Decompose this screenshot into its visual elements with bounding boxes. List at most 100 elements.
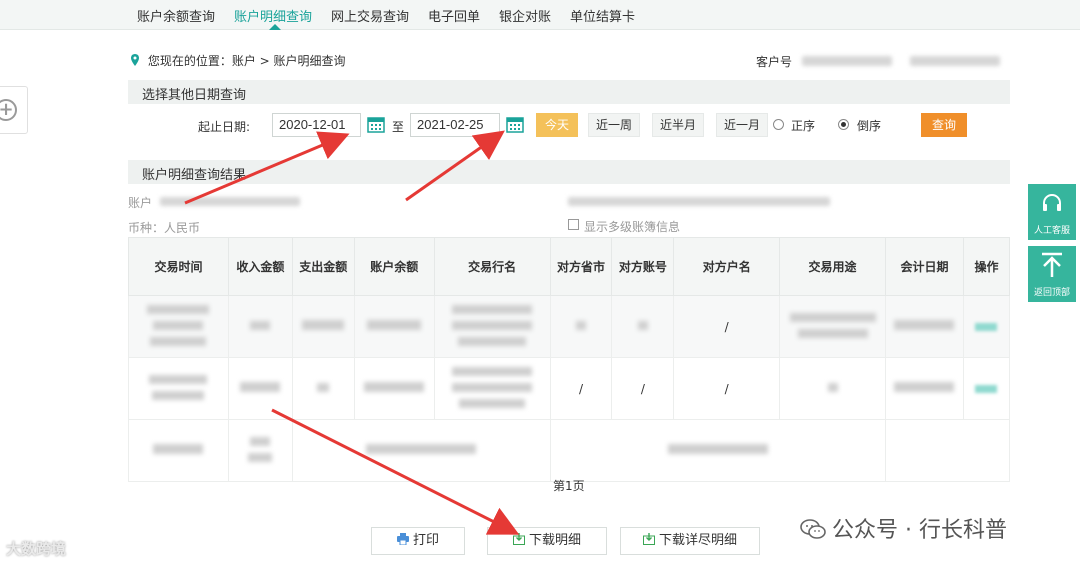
download-label: 下载明细 <box>528 533 581 548</box>
headset-icon <box>1043 194 1061 211</box>
column-header: 会计日期 <box>885 237 964 296</box>
last-month-button[interactable]: 近一月 <box>716 113 768 137</box>
watermark-right: 公众号 · 行长科普 <box>800 512 1007 544</box>
table-cell <box>227 419 293 482</box>
table-cell <box>291 295 355 358</box>
calendar-icon[interactable] <box>506 115 524 133</box>
back-to-top-label: 返回顶部 <box>1033 288 1070 298</box>
table-cell <box>885 419 1010 482</box>
multilevel-checkbox[interactable] <box>568 219 579 230</box>
start-date-input[interactable]: 2020-12-01 <box>272 113 361 137</box>
active-tab-indicator <box>269 24 281 30</box>
back-to-top-button[interactable]: 返回顶部 <box>1028 246 1076 302</box>
column-header: 操作 <box>962 237 1011 296</box>
location-pin-icon <box>131 54 139 66</box>
table-cell <box>227 357 293 420</box>
order-asc-radio[interactable] <box>773 119 784 130</box>
printer-icon <box>396 533 409 545</box>
column-header: 账户余额 <box>353 237 435 296</box>
arrow-up-icon <box>1042 252 1062 277</box>
column-header: 支出金额 <box>291 237 355 296</box>
end-date-input[interactable]: 2021-02-25 <box>410 113 500 137</box>
multilevel-label: 显示多级账簿信息 <box>584 220 681 234</box>
table-cell <box>433 295 551 358</box>
last-week-button[interactable]: 近一周 <box>588 113 640 137</box>
order-desc-label: 倒序 <box>857 119 882 133</box>
calendar-icon[interactable] <box>367 115 385 133</box>
table-row <box>128 419 1010 482</box>
table-cell: / <box>549 357 613 420</box>
table-cell <box>779 357 887 420</box>
order-desc-radio[interactable] <box>838 119 849 130</box>
table-cell <box>128 357 229 420</box>
account-label: 账户 <box>128 196 153 210</box>
order-asc-label: 正序 <box>791 119 816 133</box>
to-label: 至 <box>392 120 405 134</box>
detail-action-link[interactable] <box>962 295 1011 358</box>
watermark-right-text: 公众号 · 行长科普 <box>832 518 1007 543</box>
table-cell <box>128 295 229 358</box>
customer-service-button[interactable]: 人工客服 <box>1028 184 1076 240</box>
table-cell <box>611 295 675 358</box>
column-header: 交易时间 <box>128 237 229 296</box>
table-row: / / / <box>128 357 1011 420</box>
customer-number-label: 客户号 <box>756 55 793 69</box>
last-half-month-button[interactable]: 近半月 <box>652 113 704 137</box>
result-section-title: 账户明细查询结果 <box>142 168 247 183</box>
customer-service-label: 人工客服 <box>1033 226 1070 236</box>
table-cell <box>353 357 435 420</box>
top-nav: 账户余额查询 账户明细查询 网上交易查询 电子回单 银企对账 单位结算卡 <box>0 0 1080 30</box>
column-header: 交易行名 <box>433 237 551 296</box>
table-cell <box>353 295 435 358</box>
table-cell: / <box>611 357 675 420</box>
table-cell <box>227 295 293 358</box>
tab-detail-query[interactable]: 账户明细查询 <box>234 6 312 25</box>
date-range-label: 起止日期: <box>198 120 251 134</box>
tab-balance-query[interactable]: 账户余额查询 <box>137 6 215 25</box>
table-cell <box>128 419 229 482</box>
table-cell <box>885 357 964 420</box>
query-button[interactable]: 查询 <box>921 113 967 137</box>
column-header: 交易用途 <box>779 237 887 296</box>
column-header: 对方户名 <box>673 237 781 296</box>
query-section-title: 选择其他日期查询 <box>142 88 247 103</box>
tab-e-receipt[interactable]: 电子回单 <box>428 6 480 25</box>
print-label: 打印 <box>412 533 439 548</box>
watermark-left: 大数跨境 <box>6 540 67 558</box>
column-header: 对方省市 <box>549 237 613 296</box>
redacted-value <box>801 56 892 66</box>
download-detail-button[interactable]: 下载明细 <box>487 527 607 555</box>
redacted-value <box>909 56 1000 66</box>
redacted-account-name <box>568 197 830 206</box>
table-cell <box>291 357 355 420</box>
column-header: 收入金额 <box>227 237 293 296</box>
print-button[interactable]: 打印 <box>371 527 465 555</box>
table-cell <box>779 295 887 358</box>
transaction-table: 交易时间 收入金额 支出金额 账户余额 交易行名 对方省市 对方账号 对方户名 … <box>128 237 1011 482</box>
today-button[interactable]: 今天 <box>536 113 578 137</box>
download-full-detail-button[interactable]: 下载详尽明细 <box>620 527 760 555</box>
currency-label: 币种：人民币 <box>128 221 201 235</box>
customer-number: 客户号 <box>756 53 1000 70</box>
column-header: 对方账号 <box>611 237 675 296</box>
table-cell <box>549 295 613 358</box>
download-icon <box>642 533 655 545</box>
tab-bank-reconciliation[interactable]: 银企对账 <box>499 6 551 25</box>
query-section-header: 选择其他日期查询 <box>128 80 1010 104</box>
breadcrumb-text: 您现在的位置：账户 > 账户明细查询 <box>147 54 346 68</box>
expand-widget[interactable]: + <box>0 86 28 134</box>
page-indicator: 第1页 <box>553 479 585 493</box>
detail-action-link[interactable] <box>962 357 1011 420</box>
table-cell <box>885 295 964 358</box>
table-cell <box>549 419 887 482</box>
wechat-icon <box>800 519 826 539</box>
download-icon <box>512 533 525 545</box>
result-section-header: 账户明细查询结果 <box>128 160 1010 184</box>
tab-online-transaction[interactable]: 网上交易查询 <box>331 6 409 25</box>
download-detail-label: 下载详尽明细 <box>658 533 737 548</box>
tab-settlement-card[interactable]: 单位结算卡 <box>570 6 635 25</box>
redacted-account <box>160 197 300 206</box>
table-row: / <box>128 295 1011 358</box>
breadcrumb: 您现在的位置：账户 > 账户明细查询 <box>130 52 346 69</box>
table-cell: / <box>673 357 781 420</box>
